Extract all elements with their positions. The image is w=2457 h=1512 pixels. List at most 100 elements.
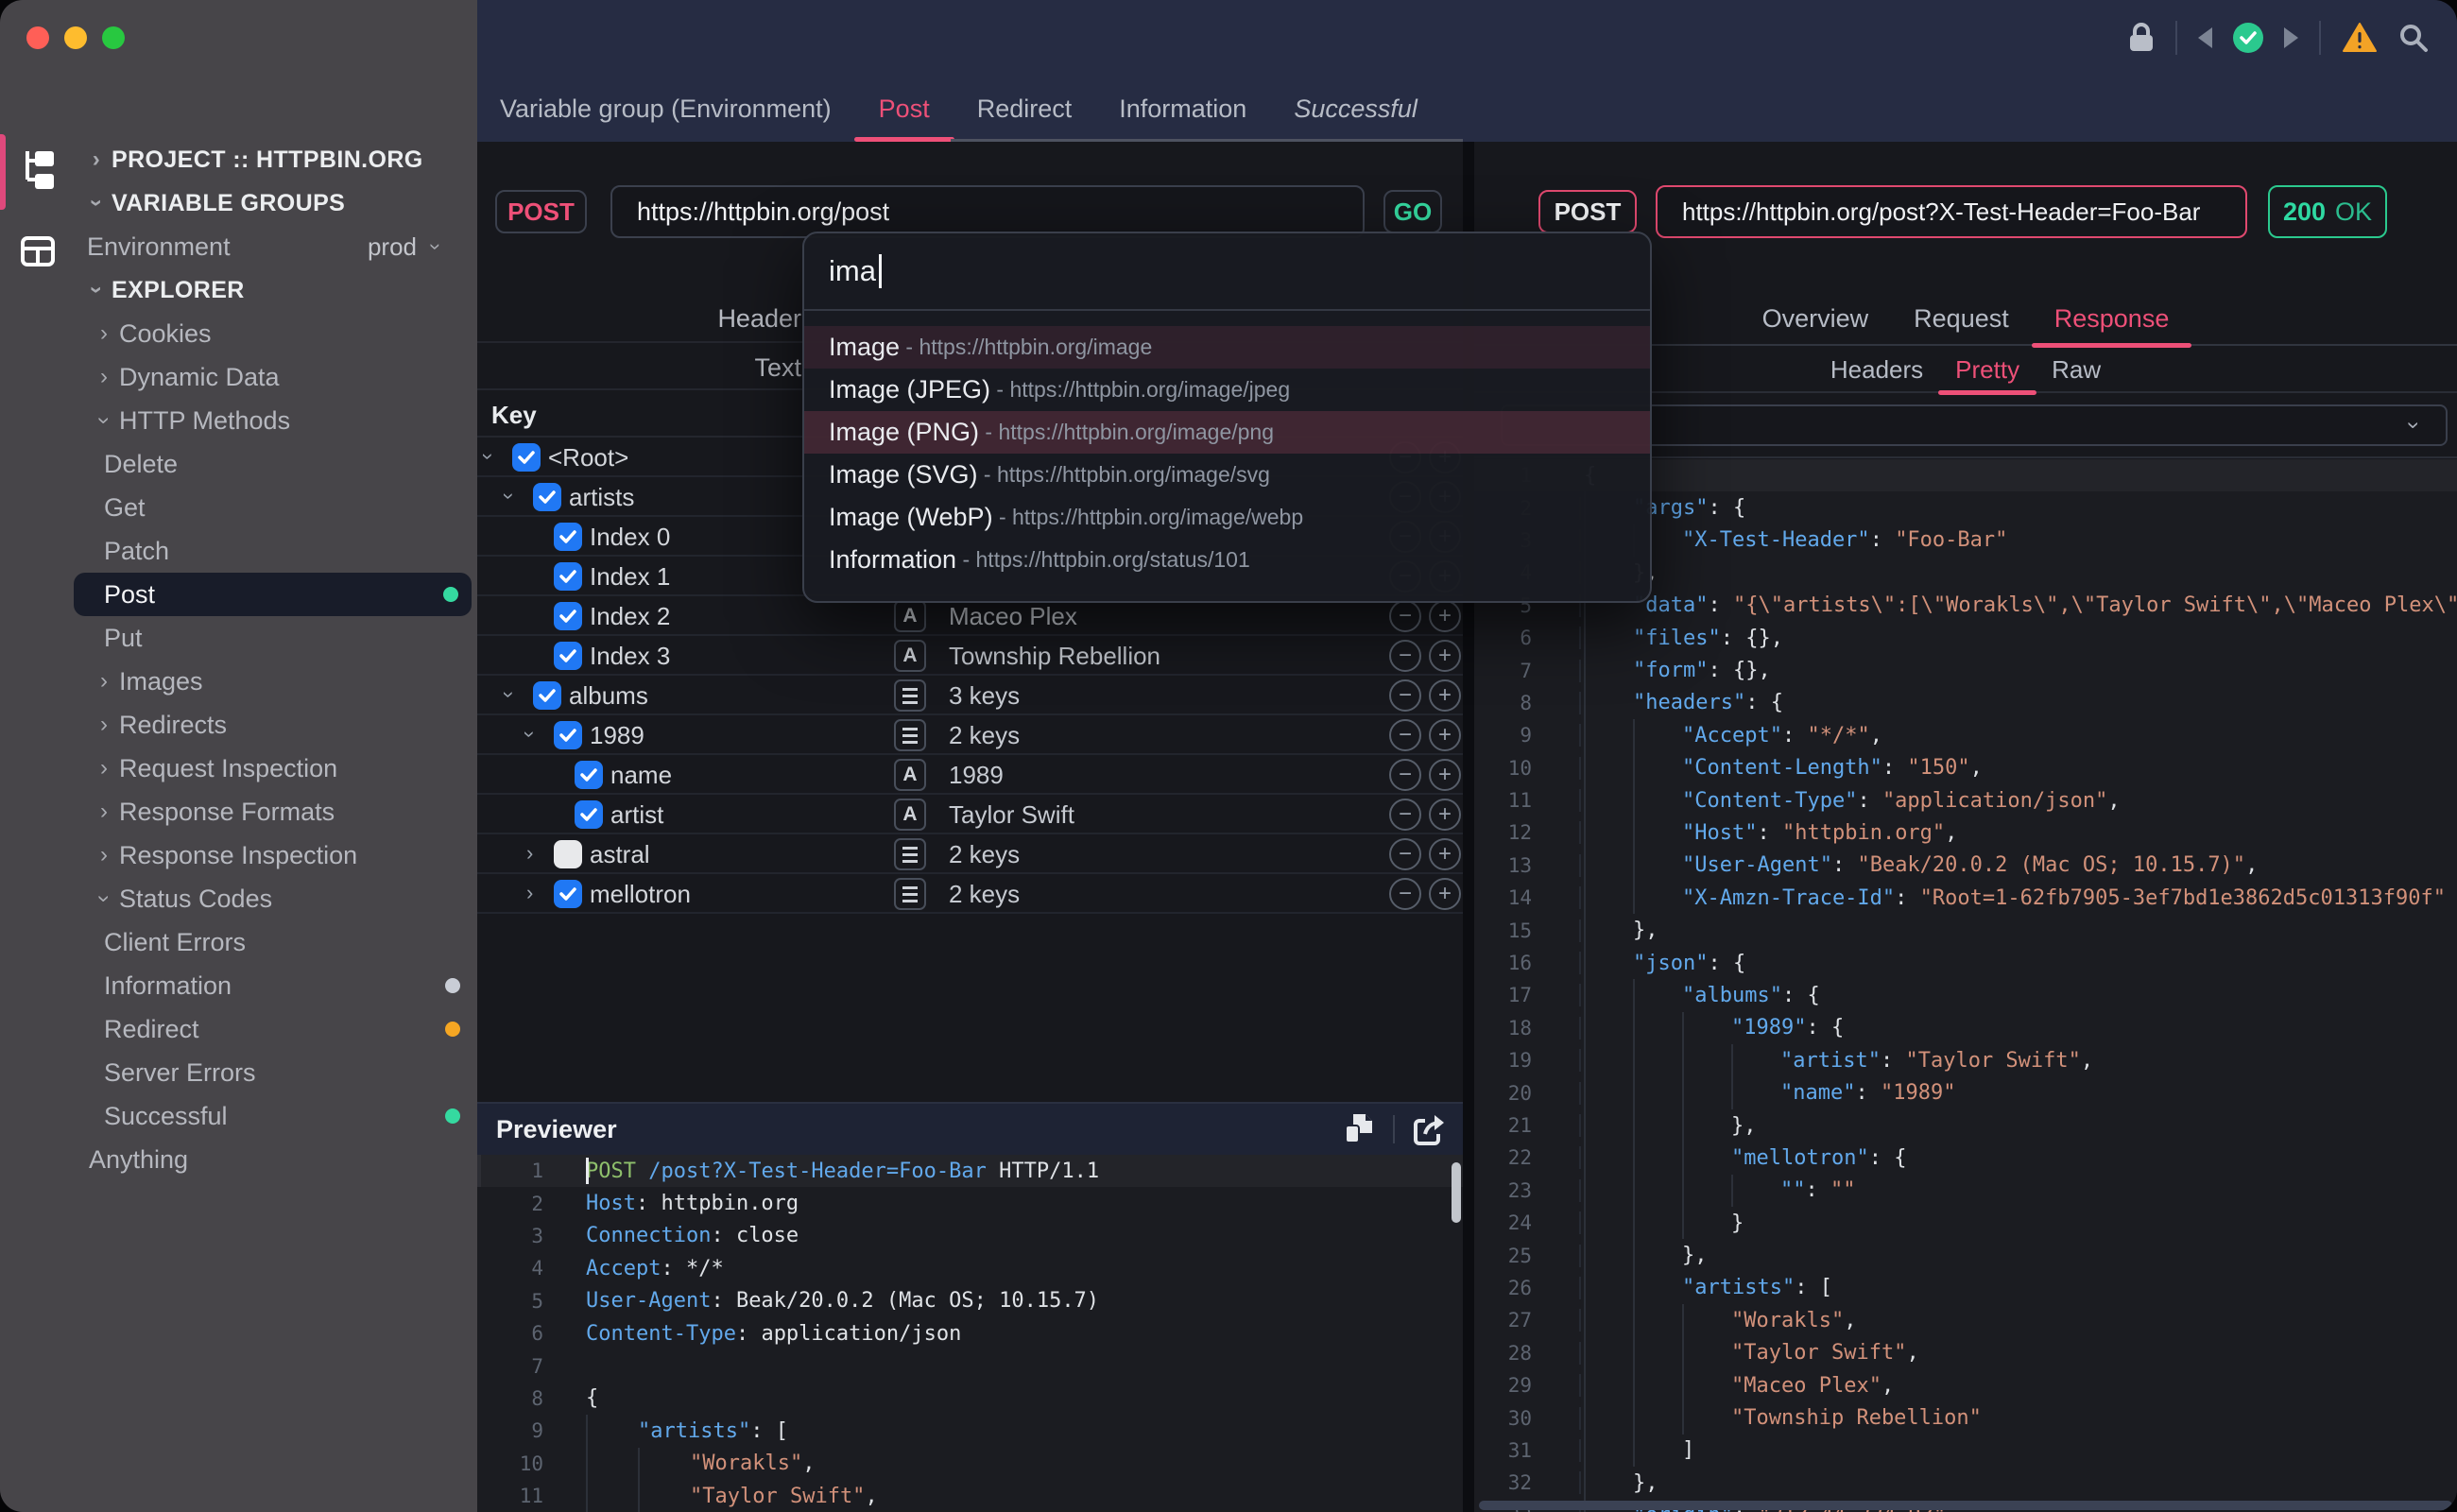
minimize-button[interactable] [64, 26, 87, 49]
autocomplete-result-image[interactable]: Image - https://httpbin.org/image [804, 326, 1650, 369]
row-checkbox[interactable] [554, 721, 582, 749]
sidebar-item-delete[interactable]: Delete [0, 442, 477, 486]
export-icon[interactable] [1412, 1111, 1450, 1147]
row-checkbox[interactable] [554, 602, 582, 630]
row-checkbox[interactable] [533, 483, 561, 511]
row-key-label[interactable]: Index 1 [590, 557, 670, 596]
chevron-down-icon[interactable]: › [477, 453, 501, 459]
add-row-button[interactable]: + [1429, 719, 1461, 751]
row-key-label[interactable]: artist [610, 795, 663, 834]
row-checkbox[interactable] [575, 800, 603, 829]
row-value[interactable]: Township Rebellion [949, 636, 1160, 676]
row-value[interactable]: 2 keys [949, 715, 1020, 755]
response-subtab-headers[interactable]: Headers [1830, 348, 1923, 391]
sidebar-item-response-formats[interactable]: ›Response Formats [0, 790, 477, 833]
sidebar-item-client-errors[interactable]: Client Errors [0, 920, 477, 964]
autocomplete-query-input[interactable]: ima [829, 254, 882, 288]
sidebar-item-successful[interactable]: Successful [0, 1094, 477, 1138]
row-key-label[interactable]: mellotron [590, 874, 691, 914]
go-button[interactable]: GO [1383, 190, 1442, 233]
remove-row-button[interactable]: − [1389, 640, 1421, 672]
row-checkbox[interactable] [554, 562, 582, 591]
status-ok-icon[interactable] [2233, 23, 2263, 53]
autocomplete-result-image-svg[interactable]: Image (SVG) - https://httpbin.org/image/… [804, 454, 1650, 496]
sidebar-item-post[interactable]: Post [74, 573, 472, 616]
type-text-icon[interactable]: A [894, 640, 926, 672]
sidebar-item-server-errors[interactable]: Server Errors [0, 1051, 477, 1094]
tab-information[interactable]: Information [1119, 76, 1246, 142]
response-tab-response[interactable]: Response [2054, 293, 2170, 344]
sidebar-item-response-inspection[interactable]: ›Response Inspection [0, 833, 477, 877]
chevron-right-icon[interactable]: › [526, 881, 533, 905]
tab-redirect[interactable]: Redirect [977, 76, 1073, 142]
remove-row-button[interactable]: − [1389, 838, 1421, 870]
row-value[interactable]: 3 keys [949, 676, 1020, 715]
sidebar-item-variable-groups[interactable]: ›VARIABLE GROUPS [0, 181, 477, 225]
autocomplete-result-image-webp[interactable]: Image (WebP) - https://httpbin.org/image… [804, 496, 1650, 539]
row-key-label[interactable]: Index 2 [590, 596, 670, 636]
chevron-down-icon[interactable]: › [497, 691, 522, 697]
nav-forward-icon[interactable] [2284, 27, 2298, 48]
sidebar-item-information[interactable]: Information [0, 964, 477, 1007]
zoom-button[interactable] [102, 26, 125, 49]
chevron-down-icon[interactable]: › [497, 492, 522, 499]
sidebar-item-redirects[interactable]: ›Redirects [0, 703, 477, 747]
add-row-button[interactable]: + [1429, 759, 1461, 791]
response-subtab-pretty[interactable]: Pretty [1955, 348, 2019, 391]
close-button[interactable] [26, 26, 49, 49]
add-row-button[interactable]: + [1429, 679, 1461, 712]
sidebar-item-anything[interactable]: Anything [0, 1138, 477, 1181]
tab-variable-group-environment[interactable]: Variable group (Environment) [500, 76, 832, 142]
row-value[interactable]: 2 keys [949, 834, 1020, 874]
remove-row-button[interactable]: − [1389, 600, 1421, 632]
remove-row-button[interactable]: − [1389, 679, 1421, 712]
environment-selector[interactable]: prod› [368, 232, 451, 262]
row-checkbox[interactable] [533, 681, 561, 710]
previewer-scrollbar[interactable] [1452, 1162, 1461, 1223]
row-key-label[interactable]: 1989 [590, 715, 644, 755]
row-value[interactable]: Taylor Swift [949, 795, 1074, 834]
type-object-icon[interactable] [894, 719, 926, 751]
sidebar-item-images[interactable]: ›Images [0, 660, 477, 703]
add-row-button[interactable]: + [1429, 878, 1461, 910]
sidebar-item-get[interactable]: Get [0, 486, 477, 529]
sidebar-item-redirect[interactable]: Redirect [0, 1007, 477, 1051]
request-url-input[interactable]: https://httpbin.org/post [610, 185, 1365, 238]
chevron-right-icon[interactable]: › [526, 841, 533, 866]
sidebar-item-dynamic-data[interactable]: ›Dynamic Data [0, 355, 477, 399]
row-key-label[interactable]: <Root> [548, 438, 628, 477]
warning-icon[interactable] [2342, 22, 2378, 54]
response-subtab-raw[interactable]: Raw [2052, 348, 2101, 391]
add-row-button[interactable]: + [1429, 838, 1461, 870]
remove-row-button[interactable]: − [1389, 799, 1421, 831]
sidebar-item-status-codes[interactable]: ›Status Codes [0, 877, 477, 920]
chevron-down-icon[interactable]: › [518, 730, 542, 737]
search-icon[interactable] [2398, 23, 2429, 53]
lock-icon[interactable] [2128, 23, 2155, 53]
add-row-button[interactable]: + [1429, 600, 1461, 632]
row-checkbox[interactable] [554, 523, 582, 551]
row-checkbox[interactable] [554, 840, 582, 868]
remove-row-button[interactable]: − [1389, 759, 1421, 791]
sidebar-item-environment[interactable]: Environmentprod› [0, 225, 477, 268]
row-key-label[interactable]: astral [590, 834, 650, 874]
sidebar-item-patch[interactable]: Patch [0, 529, 477, 573]
autocomplete-result-image-jpeg[interactable]: Image (JPEG) - https://httpbin.org/image… [804, 369, 1650, 411]
type-text-icon[interactable]: A [894, 759, 926, 791]
row-key-label[interactable]: artists [569, 477, 634, 517]
autocomplete-result-information[interactable]: Information - https://httpbin.org/status… [804, 539, 1650, 581]
add-row-button[interactable]: + [1429, 640, 1461, 672]
row-checkbox[interactable] [512, 443, 541, 472]
row-key-label[interactable]: albums [569, 676, 648, 715]
row-value[interactable]: 1989 [949, 755, 1004, 795]
row-key-label[interactable]: Index 3 [590, 636, 670, 676]
remove-row-button[interactable]: − [1389, 878, 1421, 910]
sidebar-item-project-httpbin-org[interactable]: ›PROJECT :: HTTPBIN.ORG [0, 138, 477, 181]
sidebar-item-request-inspection[interactable]: ›Request Inspection [0, 747, 477, 790]
response-horizontal-scrollbar[interactable] [1479, 1501, 2452, 1510]
sidebar-item-explorer[interactable]: ›EXPLORER [0, 268, 477, 312]
autocomplete-result-image-png[interactable]: Image (PNG) - https://httpbin.org/image/… [804, 411, 1650, 454]
row-key-label[interactable]: name [610, 755, 672, 795]
type-object-icon[interactable] [894, 878, 926, 910]
tab-post[interactable]: Post [879, 76, 930, 142]
